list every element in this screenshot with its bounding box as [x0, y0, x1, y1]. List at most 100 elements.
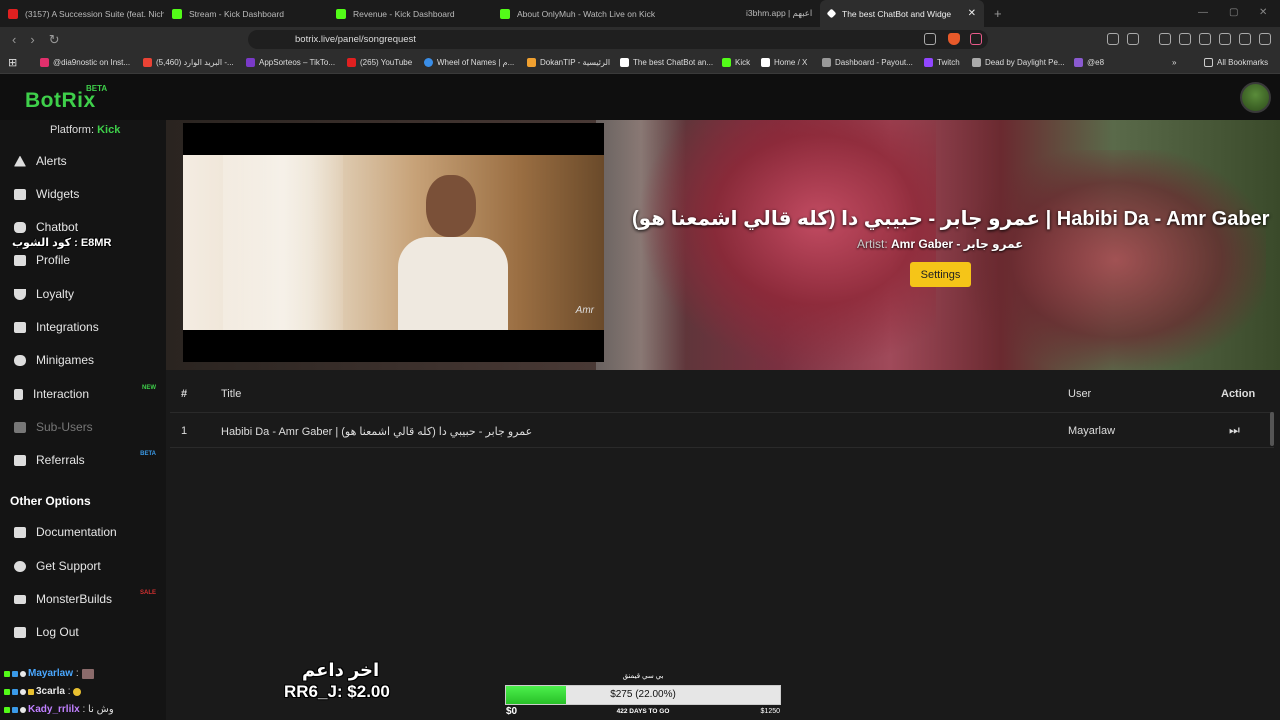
browser-tab[interactable]: (3157) A Succession Suite (feat. Nich: [0, 0, 164, 27]
goal-progress-text: $275 (22.00%): [610, 689, 676, 700]
person-shape: [426, 175, 476, 237]
back-icon[interactable]: ‹: [12, 32, 16, 47]
browser-tab[interactable]: About OnlyMuh - Watch Live on Kick: [492, 0, 656, 27]
sidebar-item-loyalty[interactable]: Loyalty: [0, 282, 166, 306]
all-bookmarks[interactable]: All Bookmarks: [1204, 58, 1268, 67]
apps-icon[interactable]: ⊞: [8, 56, 17, 69]
badge-icon: [4, 688, 10, 695]
share-icon[interactable]: [924, 33, 936, 45]
sidebar-item-log-out[interactable]: Log Out: [0, 620, 166, 644]
brave-shield-icon[interactable]: [948, 33, 960, 45]
sidebar-item-documentation[interactable]: Documentation: [0, 520, 166, 544]
browser-tab[interactable]: Revenue - Kick Dashboard: [328, 0, 492, 27]
integrations-icon: [14, 321, 26, 333]
sidebar-item-integrations[interactable]: Integrations: [0, 315, 166, 339]
minimize-icon[interactable]: —: [1198, 7, 1208, 18]
rewards-icon[interactable]: [970, 33, 982, 45]
wallet-icon[interactable]: [1127, 33, 1139, 45]
maximize-icon[interactable]: ▢: [1229, 7, 1238, 18]
vpn-icon[interactable]: [1239, 33, 1251, 45]
bookmark-item[interactable]: Kick: [722, 58, 750, 67]
settings-button[interactable]: Settings: [910, 262, 971, 287]
video-player[interactable]: Amr: [183, 123, 604, 362]
bookmark-item[interactable]: Twitch: [924, 58, 960, 67]
bookmark-label: @e8: [1087, 58, 1105, 67]
appsorteos-icon: [246, 58, 255, 67]
browser-tab[interactable]: i3bhm.app | اعبهم: [656, 0, 820, 27]
artist-name: Amr Gaber - عمرو جابر: [891, 237, 1024, 251]
wheel-icon: [424, 58, 433, 67]
browser-tab-active[interactable]: The best ChatBot and Widge ✕: [820, 0, 984, 27]
chat-text: : وش نا: [82, 704, 114, 715]
background-blur: [966, 150, 1266, 370]
emote-icon: [81, 668, 94, 679]
new-tab-icon[interactable]: +: [994, 6, 1002, 21]
sidebar: Platform: Kick Alerts Widgets Chatbot Pr…: [0, 120, 166, 720]
warning-icon: [14, 155, 26, 167]
tab-label: Stream - Kick Dashboard: [189, 8, 284, 19]
chat-text: :: [67, 686, 71, 697]
wallet-icon[interactable]: [1199, 33, 1211, 45]
sidebar-item-widgets[interactable]: Widgets: [0, 182, 166, 206]
browser-tab[interactable]: Stream - Kick Dashboard: [164, 0, 328, 27]
bookmark-item[interactable]: (265) YouTube: [347, 58, 412, 67]
donation-goal-overlay: بي سي قيمنق $275 (22.00%) $0 422 DAYS TO…: [505, 670, 781, 720]
menu-icon[interactable]: [1259, 33, 1271, 45]
person-shape: [398, 237, 508, 330]
video-frame: Amr: [183, 155, 604, 330]
users-icon: [14, 421, 26, 433]
folder-icon: [1204, 58, 1213, 67]
sidebar-item-referrals[interactable]: Referrals BETA: [0, 448, 166, 472]
sidebar-item-sub-users[interactable]: Sub-Users: [0, 415, 166, 439]
sidebar-item-monsterbuilds[interactable]: MonsterBuilds SALE: [0, 587, 166, 611]
bookmark-label: The best ChatBot an...: [633, 58, 714, 67]
scrollbar[interactable]: [1270, 412, 1274, 446]
sidebar-item-alerts[interactable]: Alerts: [0, 149, 166, 173]
now-playing-banner: Amr عمرو جابر - حبيبي دا (كله قالي اشمعن…: [166, 120, 1280, 370]
stream-overlay-code: كود الشوب : E8MR: [12, 237, 112, 249]
main-content: Amr عمرو جابر - حبيبي دا (كله قالي اشمعن…: [166, 120, 1280, 720]
bookmark-item[interactable]: Dashboard - Payout...: [822, 58, 913, 67]
bookmark-icon: [1074, 58, 1083, 67]
sidebar-item-interaction[interactable]: Interaction NEW: [0, 382, 166, 406]
bookmark-item[interactable]: Home / X: [761, 58, 807, 67]
dbd-icon: [972, 58, 981, 67]
sidebar-item-minigames[interactable]: Minigames: [0, 348, 166, 372]
music-icon[interactable]: [1159, 33, 1171, 45]
sidebar-item-label: Integrations: [36, 320, 99, 334]
column-header-action: Action: [1221, 388, 1256, 400]
bookmark-item[interactable]: Dead by Daylight Pe...: [972, 58, 1065, 67]
avatar[interactable]: [1240, 82, 1271, 113]
bookmark-item[interactable]: (5,460) البريد الوارد -...: [143, 58, 234, 67]
sidebar-item-label: MonsterBuilds: [36, 592, 113, 606]
chat-username: Mayarlaw: [28, 668, 74, 679]
more-bookmarks-icon[interactable]: »: [1172, 58, 1176, 67]
skip-forward-icon[interactable]: ⏭: [1229, 423, 1240, 438]
users-icon: [14, 454, 26, 466]
forward-icon[interactable]: ›: [30, 32, 34, 47]
bookmark-item[interactable]: @e8: [1074, 58, 1104, 67]
bookmark-item[interactable]: AppSorteos – TikTo...: [246, 58, 335, 67]
sidebar-item-get-support[interactable]: Get Support: [0, 554, 166, 578]
emote-icon: [73, 687, 82, 696]
table-row[interactable]: 1 Habibi Da - Amr Gaber | عمرو جابر - حب…: [170, 412, 1274, 448]
reload-icon[interactable]: ↻: [49, 32, 60, 48]
bookmark-item[interactable]: @dia9nostic on Inst...: [40, 58, 130, 67]
extensions-icon[interactable]: [1107, 33, 1119, 45]
question-icon: [14, 560, 26, 572]
logo-beta-badge: BETA: [86, 84, 108, 93]
sidebar-item-label: Referrals: [36, 453, 85, 467]
bookmark-item[interactable]: DokanTIP - الرئيسية: [527, 58, 610, 67]
sidebar-icon[interactable]: [1179, 33, 1191, 45]
bookmark-item[interactable]: The best ChatBot an...: [620, 58, 713, 67]
leo-ai-icon[interactable]: [1219, 33, 1231, 45]
all-bookmarks-label: All Bookmarks: [1217, 58, 1269, 67]
sidebar-item-profile[interactable]: Profile: [0, 248, 166, 272]
close-window-icon[interactable]: ✕: [1259, 7, 1267, 18]
url-field[interactable]: botrix.live/panel/songrequest: [248, 30, 988, 49]
close-tab-icon[interactable]: ✕: [968, 8, 976, 19]
gmail-icon: [143, 58, 152, 67]
gamepad-icon: [14, 354, 26, 366]
bookmark-item[interactable]: Wheel of Names | م...: [424, 58, 514, 67]
beta-badge: BETA: [140, 451, 156, 457]
